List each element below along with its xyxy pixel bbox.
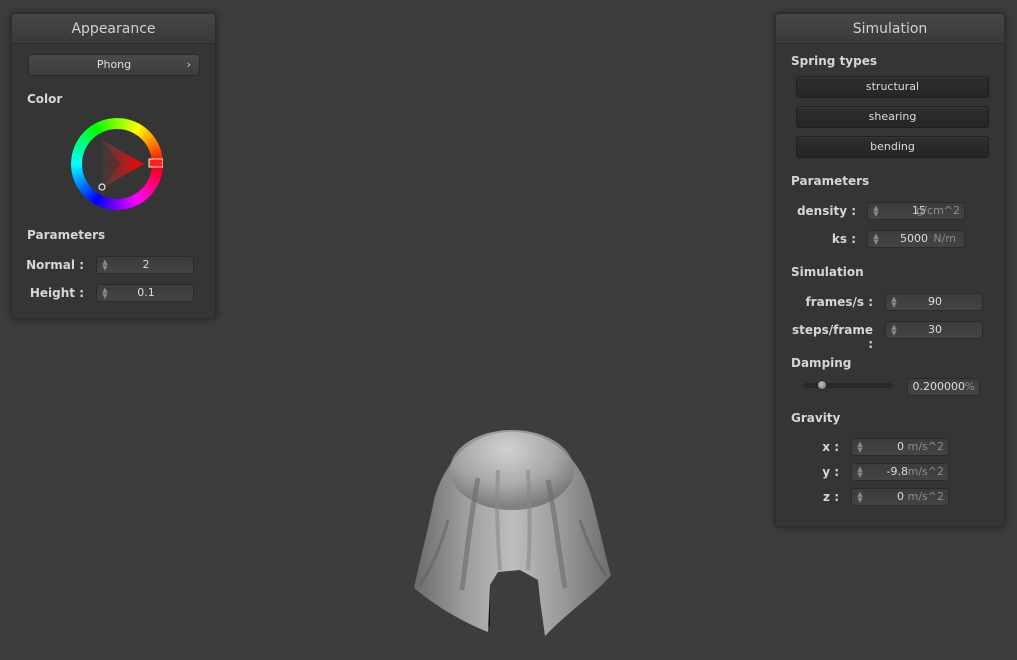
density-unit: g/cm^2 — [916, 204, 960, 217]
shearing-button[interactable]: shearing — [796, 106, 989, 128]
simulation-section-label: Simulation — [791, 265, 864, 279]
simulation-panel: Simulation Spring types structural shear… — [775, 13, 1005, 527]
spinner-icon[interactable]: ▲ ▼ — [856, 441, 864, 454]
gravity-y-value: -9.8 — [886, 465, 908, 478]
gravity-x-label: x : — [822, 440, 839, 454]
color-wheel[interactable] — [71, 118, 163, 210]
structural-button[interactable]: structural — [796, 76, 989, 98]
gravity-y-unit: m/s^2 — [907, 465, 944, 478]
spinner-icon[interactable]: ▲ ▼ — [856, 466, 864, 479]
bending-button[interactable]: bending — [796, 136, 989, 158]
appearance-panel-title[interactable]: Appearance — [12, 14, 215, 44]
gravity-x-value: 0 — [897, 440, 904, 453]
hue-selector-marker — [148, 158, 163, 168]
damping-value: 0.200000 — [912, 380, 966, 393]
gravity-x-unit: m/s^2 — [907, 440, 944, 453]
damping-slider-handle[interactable] — [816, 380, 827, 390]
gravity-z-label: z : — [823, 490, 839, 504]
spinner-icon[interactable]: ▲ ▼ — [872, 205, 880, 218]
spinner-icon[interactable]: ▲ ▼ — [872, 233, 880, 246]
ks-label: ks : — [831, 232, 856, 246]
fps-label: frames/s : — [805, 295, 873, 309]
ks-input[interactable]: ▲ ▼ 5000 N/m — [867, 230, 965, 248]
spring-types-label: Spring types — [791, 54, 878, 68]
fps-input[interactable]: ▲ ▼ 90 — [885, 293, 983, 311]
spinner-icon[interactable]: ▲ ▼ — [856, 491, 864, 504]
damping-input[interactable]: 0.200000 % — [907, 378, 980, 396]
steps-label: steps/frame : — [791, 323, 873, 351]
height-value: 0.1 — [137, 286, 155, 299]
density-input[interactable]: ▲ ▼ 15 g/cm^2 — [867, 202, 965, 220]
parameters-section-label: Parameters — [27, 228, 106, 242]
steps-value: 30 — [928, 323, 942, 336]
chevron-right-icon: › — [186, 58, 191, 71]
damping-section-label: Damping — [791, 356, 852, 370]
damping-unit: % — [964, 380, 975, 393]
density-label: density : — [796, 204, 856, 218]
normal-label: Normal : — [26, 258, 84, 272]
color-section-label: Color — [27, 92, 63, 106]
color-triangle[interactable] — [71, 118, 163, 210]
parameters-section-label: Parameters — [791, 174, 870, 188]
normal-input[interactable]: ▲ ▼ 2 — [96, 256, 194, 274]
simulation-panel-title[interactable]: Simulation — [776, 14, 1004, 44]
gravity-y-input[interactable]: ▲ ▼ -9.8 m/s^2 — [851, 463, 949, 481]
appearance-panel: Appearance Phong › Color Parameters Norm… — [11, 13, 216, 319]
gravity-z-unit: m/s^2 — [907, 490, 944, 503]
gravity-z-input[interactable]: ▲ ▼ 0 m/s^2 — [851, 488, 949, 506]
height-label: Height : — [29, 286, 84, 300]
shader-popup-label: Phong — [96, 58, 132, 71]
ks-unit: N/m — [933, 232, 956, 245]
gravity-section-label: Gravity — [791, 411, 841, 425]
normal-value: 2 — [142, 258, 150, 271]
height-input[interactable]: ▲ ▼ 0.1 — [96, 284, 194, 302]
fps-value: 90 — [928, 295, 942, 308]
gravity-z-value: 0 — [897, 490, 904, 503]
gravity-x-input[interactable]: ▲ ▼ 0 m/s^2 — [851, 438, 949, 456]
shader-popup-button[interactable]: Phong › — [28, 54, 200, 76]
steps-input[interactable]: ▲ ▼ 30 — [885, 321, 983, 339]
gravity-y-label: y : — [822, 465, 839, 479]
ks-value: 5000 — [900, 232, 928, 245]
